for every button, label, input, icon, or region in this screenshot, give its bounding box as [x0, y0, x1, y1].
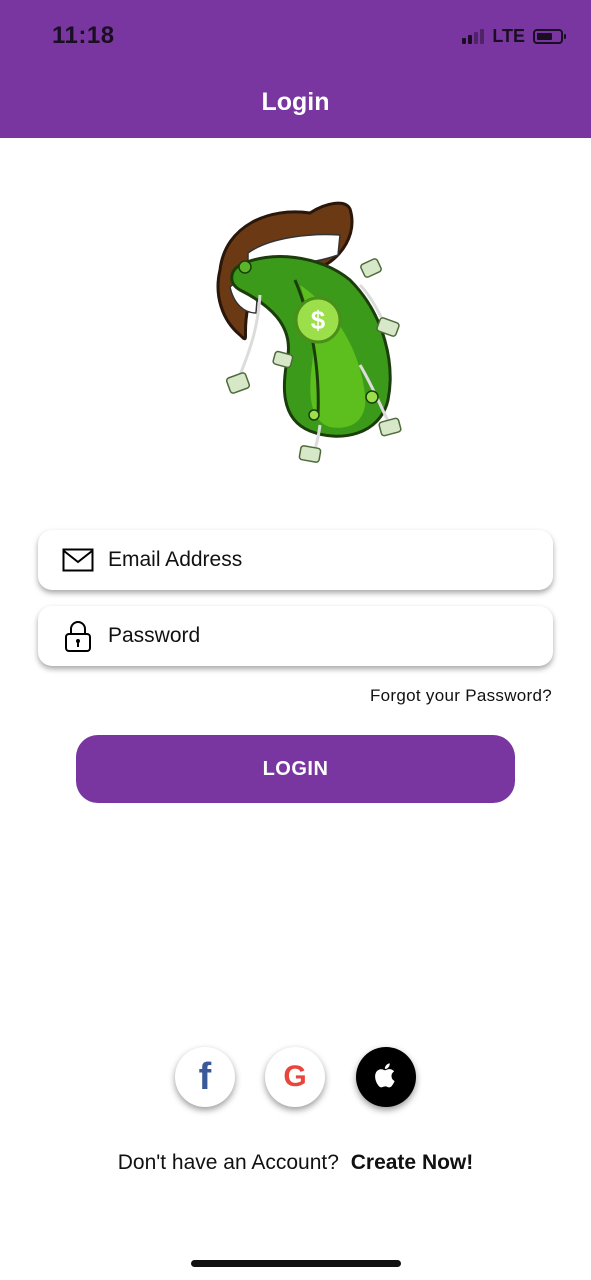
app-header: 11:18 LTE Login [0, 0, 591, 138]
facebook-icon: f [198, 1055, 212, 1098]
signal-icon [462, 29, 485, 44]
app-logo: $ [216, 201, 402, 463]
signup-text: Don't have an Account? [117, 1151, 339, 1174]
svg-text:$: $ [311, 305, 326, 335]
apple-login-button[interactable] [356, 1047, 416, 1107]
facebook-login-button[interactable]: f [175, 1047, 235, 1107]
google-icon: G [283, 1060, 307, 1093]
email-input[interactable] [106, 547, 490, 573]
envelope-icon [60, 542, 96, 578]
status-time: 11:18 [52, 22, 115, 49]
forgot-password-link[interactable]: Forgot your Password? [370, 686, 552, 706]
google-login-button[interactable]: G [265, 1047, 325, 1107]
email-field[interactable] [38, 530, 553, 590]
signup-prompt: Don't have an Account? Create Now! [0, 1151, 591, 1175]
apple-icon [373, 1060, 399, 1095]
battery-icon [533, 29, 566, 44]
lock-icon [60, 618, 96, 654]
home-indicator[interactable] [191, 1260, 401, 1267]
login-button[interactable]: LOGIN [76, 735, 515, 803]
password-input[interactable] [106, 623, 490, 649]
network-label: LTE [492, 26, 525, 46]
page-title: Login [261, 88, 330, 116]
status-indicators: LTE [462, 26, 566, 47]
create-account-link[interactable]: Create Now! [351, 1151, 474, 1174]
password-field[interactable] [38, 606, 553, 666]
